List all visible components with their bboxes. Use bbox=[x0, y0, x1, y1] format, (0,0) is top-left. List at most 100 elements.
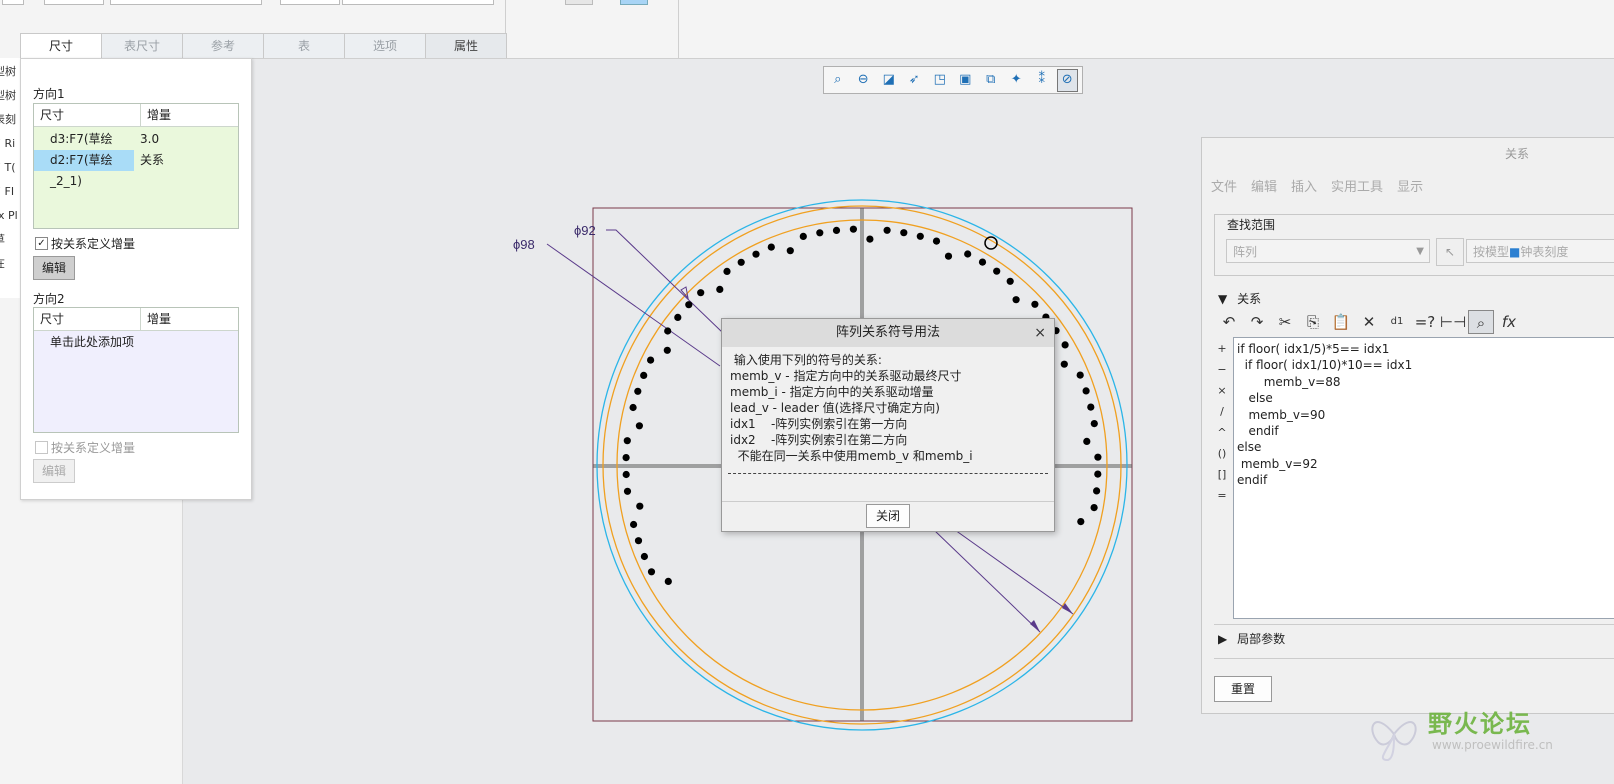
increment-cell[interactable]: 关系 bbox=[134, 150, 164, 171]
menu-edit[interactable]: 编辑 bbox=[1251, 176, 1277, 195]
ribbon-button[interactable] bbox=[565, 0, 593, 5]
pattern-hole bbox=[1061, 341, 1069, 349]
tree-item[interactable]: 型树 bbox=[0, 84, 20, 108]
code-line: memb_v=88 bbox=[1237, 374, 1341, 389]
show-dimension-icon[interactable]: ⌕ bbox=[1468, 310, 1494, 334]
arrowhead bbox=[1030, 620, 1040, 632]
tree-item[interactable]: -x Pl bbox=[0, 204, 20, 228]
redo-icon[interactable]: ↷ bbox=[1244, 310, 1270, 334]
tree-item[interactable]: 在 bbox=[0, 252, 20, 276]
delete-icon[interactable]: ✕ bbox=[1356, 310, 1382, 334]
pattern-hole bbox=[1077, 518, 1085, 526]
watermark-brand: 野火论坛 bbox=[1428, 710, 1532, 738]
tree-item[interactable]: * bbox=[0, 276, 20, 298]
pattern-hole bbox=[723, 267, 731, 275]
edit-relation-button-disabled[interactable]: 编辑 bbox=[33, 459, 75, 483]
define-increment-by-relation-checkbox-2[interactable]: 按关系定义增量 bbox=[35, 439, 135, 456]
copy-icon[interactable]: ⎘ bbox=[1300, 310, 1326, 334]
close-icon[interactable]: × bbox=[1034, 319, 1046, 347]
brackets-operator[interactable]: [] bbox=[1214, 464, 1230, 485]
select-arrow-icon[interactable]: ↖ bbox=[1436, 238, 1464, 266]
menu-bar: 文件 编辑 插入 实用工具 显示 bbox=[1211, 176, 1437, 195]
tree-item[interactable]: 草 bbox=[0, 228, 20, 252]
tab-options[interactable]: 选项 bbox=[344, 33, 426, 58]
pattern-hole bbox=[635, 422, 644, 430]
checkbox-box[interactable] bbox=[35, 441, 48, 454]
pattern-hole bbox=[640, 552, 649, 561]
minus-operator[interactable]: − bbox=[1214, 359, 1230, 380]
pattern-hole bbox=[623, 487, 632, 495]
tree-item[interactable]: 型树 bbox=[0, 60, 20, 84]
direction1-title: 方向1 bbox=[33, 87, 65, 101]
checkmark-icon[interactable]: ✓ bbox=[35, 237, 48, 250]
tree-item[interactable]: 7 Ri bbox=[0, 132, 20, 156]
usage-line: 不能在同一关系中使用memb_v 和memb_i bbox=[730, 449, 973, 463]
menu-insert[interactable]: 插入 bbox=[1291, 176, 1317, 195]
pattern-hole bbox=[664, 577, 672, 586]
dimension-cell[interactable]: d3:F7(草绘_2_1) bbox=[34, 129, 134, 167]
dimension-label-98[interactable]: ϕ98 bbox=[513, 237, 535, 252]
divide-operator[interactable]: / bbox=[1214, 401, 1230, 422]
tree-item[interactable]: 7 FI bbox=[0, 180, 20, 204]
ribbon-button[interactable] bbox=[620, 0, 648, 5]
close-button[interactable]: 关闭 bbox=[866, 504, 910, 528]
column-header-dimension[interactable]: 尺寸 bbox=[34, 308, 141, 330]
pattern-hole bbox=[883, 226, 891, 234]
operators-column: + − × / ^ () [] = bbox=[1214, 338, 1230, 506]
relations-editor[interactable]: if floor( idx1/5)*5== idx1 if floor( idx… bbox=[1233, 337, 1614, 619]
look-in-select[interactable]: 阵列 ▼ bbox=[1226, 239, 1430, 263]
switch-dims-icon[interactable]: d1 bbox=[1384, 310, 1410, 334]
pattern-hole bbox=[1093, 487, 1101, 495]
equals-operator[interactable]: = bbox=[1214, 485, 1230, 506]
ribbon-control[interactable] bbox=[110, 0, 262, 5]
ribbon-control[interactable] bbox=[2, 0, 24, 5]
usage-line: memb_i - 指定方向中的关系驱动增量 bbox=[730, 385, 934, 399]
cut-icon[interactable]: ✂ bbox=[1272, 310, 1298, 334]
column-header-increment[interactable]: 增量 bbox=[141, 104, 171, 126]
model-select[interactable]: 按模型■钟表刻度 bbox=[1466, 239, 1614, 263]
tab-properties[interactable]: 属性 bbox=[425, 33, 507, 58]
edit-relation-button[interactable]: 编辑 bbox=[33, 256, 75, 280]
multiply-operator[interactable]: × bbox=[1214, 380, 1230, 401]
tab-table-dimensions[interactable]: 表尺寸 bbox=[101, 33, 183, 58]
evaluate-icon[interactable]: =? bbox=[1412, 310, 1438, 334]
usage-line: idx2 -阵列实例索引在第二方向 bbox=[730, 433, 908, 447]
power-operator[interactable]: ^ bbox=[1214, 422, 1230, 443]
pattern-hole bbox=[647, 568, 656, 576]
function-icon[interactable]: fx bbox=[1496, 310, 1522, 334]
tab-table[interactable]: 表 bbox=[263, 33, 345, 58]
paste-icon[interactable]: 📋 bbox=[1328, 310, 1354, 334]
tree-item[interactable]: 7 T( bbox=[0, 156, 20, 180]
code-line: if floor( idx1/5)*5== idx1 bbox=[1237, 342, 1390, 356]
chevron-down-icon[interactable]: ▼ bbox=[1416, 240, 1424, 264]
relations-section-header[interactable]: ▼ 关系 bbox=[1218, 290, 1261, 307]
tree-item[interactable]: 表刻 bbox=[0, 108, 20, 132]
plus-operator[interactable]: + bbox=[1214, 338, 1230, 359]
chevron-right-icon: ▶ bbox=[1218, 632, 1228, 646]
column-header-increment[interactable]: 增量 bbox=[141, 308, 171, 330]
parentheses-operator[interactable]: () bbox=[1214, 443, 1230, 464]
ribbon-control[interactable] bbox=[342, 0, 494, 5]
column-header-dimension[interactable]: 尺寸 bbox=[34, 104, 141, 126]
define-increment-by-relation-checkbox[interactable]: ✓ 按关系定义增量 bbox=[35, 235, 135, 252]
dimension-label-92[interactable]: ϕ92 bbox=[574, 223, 596, 238]
dimension-cell[interactable]: d2:F7(草绘_2_1) bbox=[34, 150, 134, 188]
pattern-hole bbox=[849, 225, 858, 233]
increment-cell[interactable]: 3.0 bbox=[134, 129, 159, 150]
look-in-value: 阵列 bbox=[1233, 245, 1258, 259]
menu-show[interactable]: 显示 bbox=[1397, 176, 1423, 195]
pattern-hole bbox=[1012, 296, 1020, 304]
dimension-icon[interactable]: ⊢⊣ bbox=[1440, 310, 1466, 334]
undo-icon[interactable]: ↶ bbox=[1216, 310, 1242, 334]
local-parameters-header[interactable]: ▶ 局部参数 bbox=[1218, 630, 1285, 647]
tab-dimensions[interactable]: 尺寸 bbox=[20, 33, 102, 59]
ribbon-control[interactable] bbox=[44, 0, 104, 5]
pattern-hole bbox=[634, 537, 643, 545]
menu-utilities[interactable]: 实用工具 bbox=[1331, 176, 1383, 195]
ribbon-control[interactable] bbox=[280, 0, 340, 5]
pattern-hole bbox=[900, 229, 908, 237]
checkbox-label: 按关系定义增量 bbox=[51, 441, 136, 455]
tab-references[interactable]: 参考 bbox=[182, 33, 264, 58]
reset-button[interactable]: 重置 bbox=[1214, 676, 1272, 702]
menu-file[interactable]: 文件 bbox=[1211, 176, 1237, 195]
